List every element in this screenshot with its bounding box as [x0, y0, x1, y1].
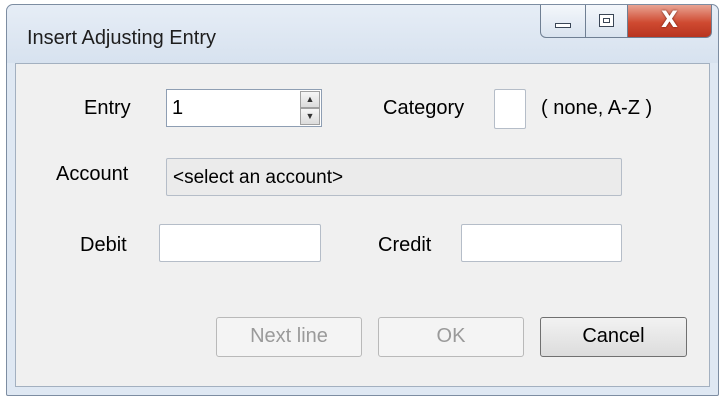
maximize-button[interactable] — [586, 5, 628, 38]
next-line-button[interactable]: Next line — [216, 317, 362, 357]
entry-label: Entry — [84, 97, 131, 119]
account-value: <select an account> — [173, 167, 344, 188]
dialog-content: Entry 1 ▲ ▼ Category ( none, A-Z ) Accou… — [15, 63, 710, 387]
caption-buttons: X — [540, 5, 712, 39]
entry-spinner[interactable]: 1 ▲ ▼ — [166, 89, 322, 127]
account-field[interactable]: <select an account> — [166, 158, 622, 196]
debit-input[interactable] — [159, 224, 321, 262]
category-input[interactable] — [494, 89, 526, 129]
entry-value[interactable]: 1 — [172, 97, 183, 120]
maximize-icon — [599, 14, 614, 27]
minimize-icon — [555, 23, 571, 28]
title-bar[interactable]: Insert Adjusting Entry X — [7, 5, 718, 63]
credit-input[interactable] — [461, 224, 622, 262]
category-hint: ( none, A-Z ) — [541, 97, 653, 119]
cancel-button[interactable]: Cancel — [540, 317, 687, 357]
dialog-window: Insert Adjusting Entry X Entry 1 ▲ ▼ Cat… — [6, 4, 719, 396]
spin-up-icon[interactable]: ▲ — [300, 91, 320, 108]
close-icon: X — [661, 8, 678, 33]
category-label: Category — [383, 97, 465, 119]
account-label: Account — [56, 163, 129, 185]
entry-spin-buttons: ▲ ▼ — [300, 91, 320, 125]
close-button[interactable]: X — [628, 5, 712, 38]
debit-label: Debit — [80, 234, 127, 256]
ok-button[interactable]: OK — [378, 317, 524, 357]
spin-down-icon[interactable]: ▼ — [300, 108, 320, 125]
window-title: Insert Adjusting Entry — [27, 27, 216, 49]
credit-label: Credit — [378, 234, 432, 256]
minimize-button[interactable] — [540, 5, 586, 38]
